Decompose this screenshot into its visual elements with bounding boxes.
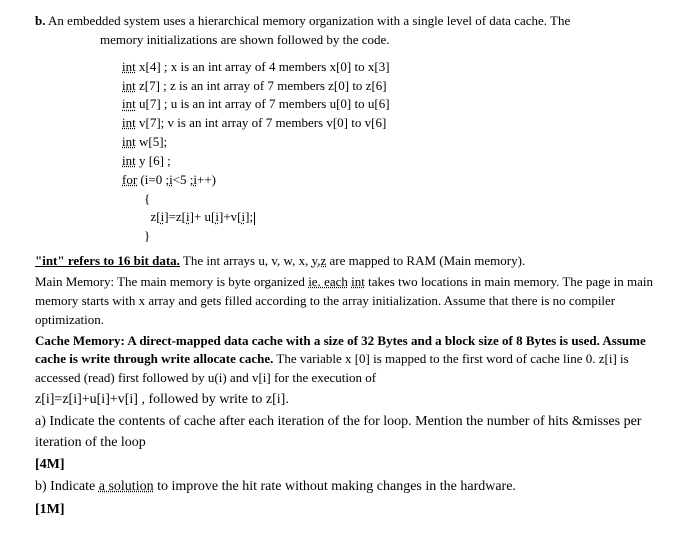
code-line-8: { — [18, 190, 661, 209]
question-b: b) Indicate a solution to improve the hi… — [18, 477, 661, 497]
code-line-9: z[i]=z[i]+ u[i]+v[i]; — [18, 208, 661, 227]
text-caret-icon — [254, 212, 255, 225]
question-a-marks: [4M] — [18, 455, 661, 475]
text: to improve the hit rate without making c… — [154, 479, 516, 494]
para-cache-memory: Cache Memory: A direct-mapped data cache… — [18, 332, 661, 389]
code-text: ++) — [197, 172, 216, 187]
kw-int: int — [122, 115, 136, 130]
code-line-2: int z[7] ; z is an int array of 7 member… — [18, 77, 661, 96]
question-header: b. An embedded system uses a hierarchica… — [18, 12, 661, 31]
text: b) Indicate — [35, 479, 99, 494]
code-line-1: int x[4] ; x is an int array of 4 member… — [18, 58, 661, 77]
code-text: ]+v[ — [219, 209, 242, 224]
code-text: w[5]; — [136, 134, 167, 149]
kw-int: int — [122, 78, 136, 93]
code-line-6: int y [6] ; — [18, 152, 661, 171]
code-text: ]+ u[ — [190, 209, 216, 224]
code-text: x[4] ; x is an int array of 4 members x[… — [136, 59, 390, 74]
code-line-10: } — [18, 227, 661, 246]
code-text: y [6] ; — [136, 153, 171, 168]
code-line-5: int w[5]; — [18, 133, 661, 152]
para-statement: z[i]=z[i]+u[i]+v[i] , followed by write … — [18, 390, 661, 410]
code-line-7: for (i=0 ;i<5 ;i++) — [18, 171, 661, 190]
intro-line-1: An embedded system uses a hierarchical m… — [48, 13, 570, 28]
code-text: z[7] ; z is an int array of 7 members z[… — [136, 78, 387, 93]
code-text: u[7] ; u is an int array of 7 members u[… — [136, 96, 390, 111]
text: are mapped to RAM (Main memory). — [326, 253, 525, 268]
code-line-4: int v[7]; v is an int array of 7 members… — [18, 114, 661, 133]
a-solution: a solution — [99, 479, 154, 494]
para-main-memory: Main Memory: The main memory is byte org… — [18, 273, 661, 330]
emph-int-note: "int" refers to 16 bit data. — [35, 253, 180, 268]
text: Main Memory: The main memory is byte org… — [35, 274, 308, 289]
code-text: (i=0 ; — [137, 172, 169, 187]
ie-each: ie. each — [308, 274, 348, 289]
para-int-note: "int" refers to 16 bit data. The int arr… — [18, 252, 661, 271]
code-line-3: int u[7] ; u is an int array of 7 member… — [18, 95, 661, 114]
text: The int arrays u, v, w, x, — [180, 253, 312, 268]
kw-int: int — [122, 59, 136, 74]
kw-int: int — [122, 153, 136, 168]
arrays-yz: y,z — [312, 253, 327, 268]
code-text: z[ — [151, 209, 161, 224]
kw-int: int — [122, 96, 136, 111]
code-text: ]; — [245, 209, 253, 224]
part-label: b. — [35, 13, 45, 28]
kw-int: int — [351, 274, 365, 289]
code-text: ]=z[ — [164, 209, 186, 224]
question-b-marks: [1M] — [18, 500, 661, 520]
code-text: <5 ; — [173, 172, 194, 187]
intro-line-2: memory initializations are shown followe… — [18, 31, 661, 50]
kw-int: int — [122, 134, 136, 149]
question-a: a) Indicate the contents of cache after … — [18, 412, 661, 453]
code-text: v[7]; v is an int array of 7 members v[0… — [136, 115, 387, 130]
kw-for: for — [122, 172, 137, 187]
